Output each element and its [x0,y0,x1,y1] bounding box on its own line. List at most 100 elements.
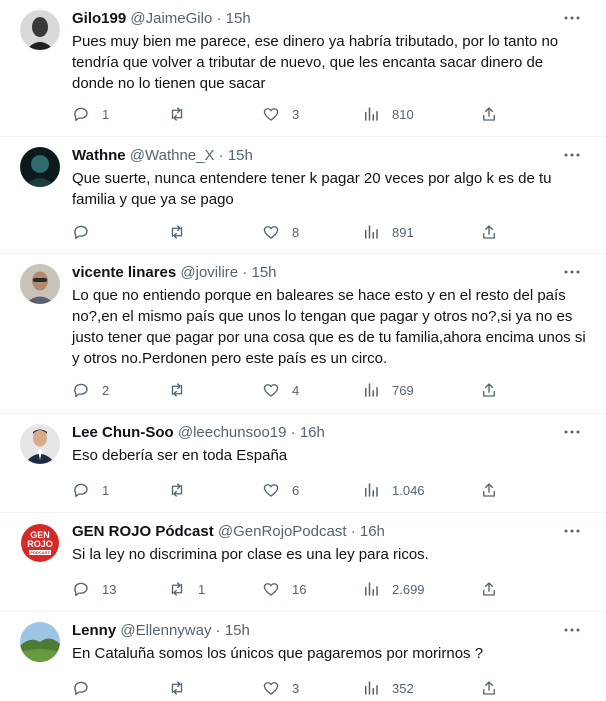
tweet[interactable]: Wathne @Wathne_X · 15h Que suerte, nunca… [0,137,606,254]
reply-button[interactable] [72,678,102,698]
share-icon [483,383,495,397]
tweet[interactable]: GEN ROJO PÓDCAST GEN ROJO Pódcast @GenRo… [0,513,606,612]
display-name[interactable]: Lee Chun-Soo [72,424,174,441]
display-name[interactable]: vicente linares [72,264,176,281]
views-button[interactable]: 2.699 [362,579,425,599]
avatar[interactable]: GEN ROJO PÓDCAST [20,523,60,563]
retweet-button[interactable] [168,480,198,500]
user-handle[interactable]: @JaimeGilo [130,10,212,27]
display-name[interactable]: Wathne [72,147,126,164]
views-button[interactable]: 810 [362,104,414,124]
heart-icon [263,484,279,497]
views-button[interactable]: 891 [362,222,414,242]
more-icon[interactable] [560,145,584,165]
retweet-icon [171,483,183,497]
tweet-text: Eso debería ser en toda España [72,447,288,464]
view-count: 352 [392,680,414,696]
share-button[interactable] [480,380,498,400]
retweet-button[interactable] [168,678,198,698]
avatar-image [20,10,60,50]
share-button[interactable] [480,222,498,242]
reply-button[interactable]: 1 [72,480,109,500]
timestamp[interactable]: 15h [226,10,251,27]
avatar[interactable] [20,622,60,662]
view-count: 1.046 [392,482,425,498]
reply-button[interactable]: 13 [72,579,116,599]
like-button[interactable]: 8 [262,222,299,242]
avatar[interactable] [20,147,60,187]
tweet[interactable]: Gilo199 @JaimeGilo · 15h Pues muy bien m… [0,0,606,137]
more-icon[interactable] [560,422,584,442]
views-icon [365,225,378,239]
views-icon [365,681,378,695]
retweet-count: 1 [198,581,206,597]
retweet-button[interactable] [168,222,198,242]
tweet[interactable]: vicente linares @jovilire · 15h Lo que n… [0,254,606,414]
views-icon [365,107,378,121]
more-icon[interactable] [560,262,584,282]
like-button[interactable]: 3 [262,678,299,698]
timestamp[interactable]: 16h [300,424,325,441]
retweet-button[interactable] [168,380,198,400]
views-button[interactable]: 352 [362,678,414,698]
more-icon[interactable] [560,521,584,541]
heart-icon [263,226,279,239]
reply-count: 2 [102,382,110,398]
heart-icon [263,108,279,121]
reply-button[interactable]: 2 [72,380,109,400]
timestamp[interactable]: 15h [228,147,253,164]
display-name[interactable]: Lenny [72,622,116,639]
timestamp[interactable]: 15h [252,264,277,281]
avatar[interactable] [20,264,60,304]
like-button[interactable]: 3 [262,104,299,124]
reply-button[interactable]: 1 [72,104,109,124]
views-button[interactable]: 1.046 [362,480,425,500]
reply-count: 1 [102,106,110,122]
tweet[interactable]: Lenny @Ellennyway · 15h En Cataluña somo… [0,612,606,701]
share-icon [483,107,495,121]
view-count: 810 [392,106,414,122]
avatar-image [20,147,60,187]
user-handle[interactable]: @Ellennyway [120,622,211,639]
share-button[interactable] [480,104,498,124]
action-bar: 3 352 [72,678,512,698]
views-button[interactable]: 769 [362,380,414,400]
share-button[interactable] [480,480,498,500]
action-bar: 2 4 769 [72,380,512,400]
user-handle[interactable]: @jovilire [180,264,238,281]
share-button[interactable] [480,678,498,698]
reply-count: 13 [102,581,117,597]
reply-count: 1 [102,482,110,498]
view-count: 2.699 [392,581,425,597]
action-bar: 1 3 810 [72,104,512,124]
user-handle[interactable]: @leechunsoo19 [178,424,287,441]
retweet-button[interactable] [168,104,198,124]
tweet-header: Wathne @Wathne_X · 15h [72,146,566,166]
retweet-button[interactable]: 1 [168,579,205,599]
reply-button[interactable] [72,222,102,242]
user-handle[interactable]: @Wathne_X [130,147,215,164]
tweet[interactable]: Lee Chun-Soo @leechunsoo19 · 16h Eso deb… [0,414,606,513]
share-button[interactable] [480,579,498,599]
avatar[interactable] [20,10,60,50]
timestamp[interactable]: 16h [360,523,385,540]
views-icon [365,483,378,497]
more-icon[interactable] [560,620,584,640]
tweet-text: Que suerte, nunca entendere tener k paga… [72,170,552,208]
display-name[interactable]: Gilo199 [72,10,126,27]
views-icon [365,383,378,397]
like-count: 6 [292,482,300,498]
more-icon[interactable] [560,8,584,28]
avatar[interactable] [20,424,60,464]
display-name[interactable]: GEN ROJO Pódcast [72,523,214,540]
like-button[interactable]: 4 [262,380,299,400]
like-button[interactable]: 6 [262,480,299,500]
timestamp[interactable]: 15h [225,622,250,639]
view-count: 891 [392,224,414,240]
like-button[interactable]: 16 [262,579,306,599]
user-handle[interactable]: @GenRojoPodcast [218,523,347,540]
reply-icon [74,681,88,696]
reply-feed: Gilo199 @JaimeGilo · 15h Pues muy bien m… [0,0,606,701]
avatar-logo-text: ROJO [27,539,53,549]
action-bar: 8 891 [72,222,512,242]
